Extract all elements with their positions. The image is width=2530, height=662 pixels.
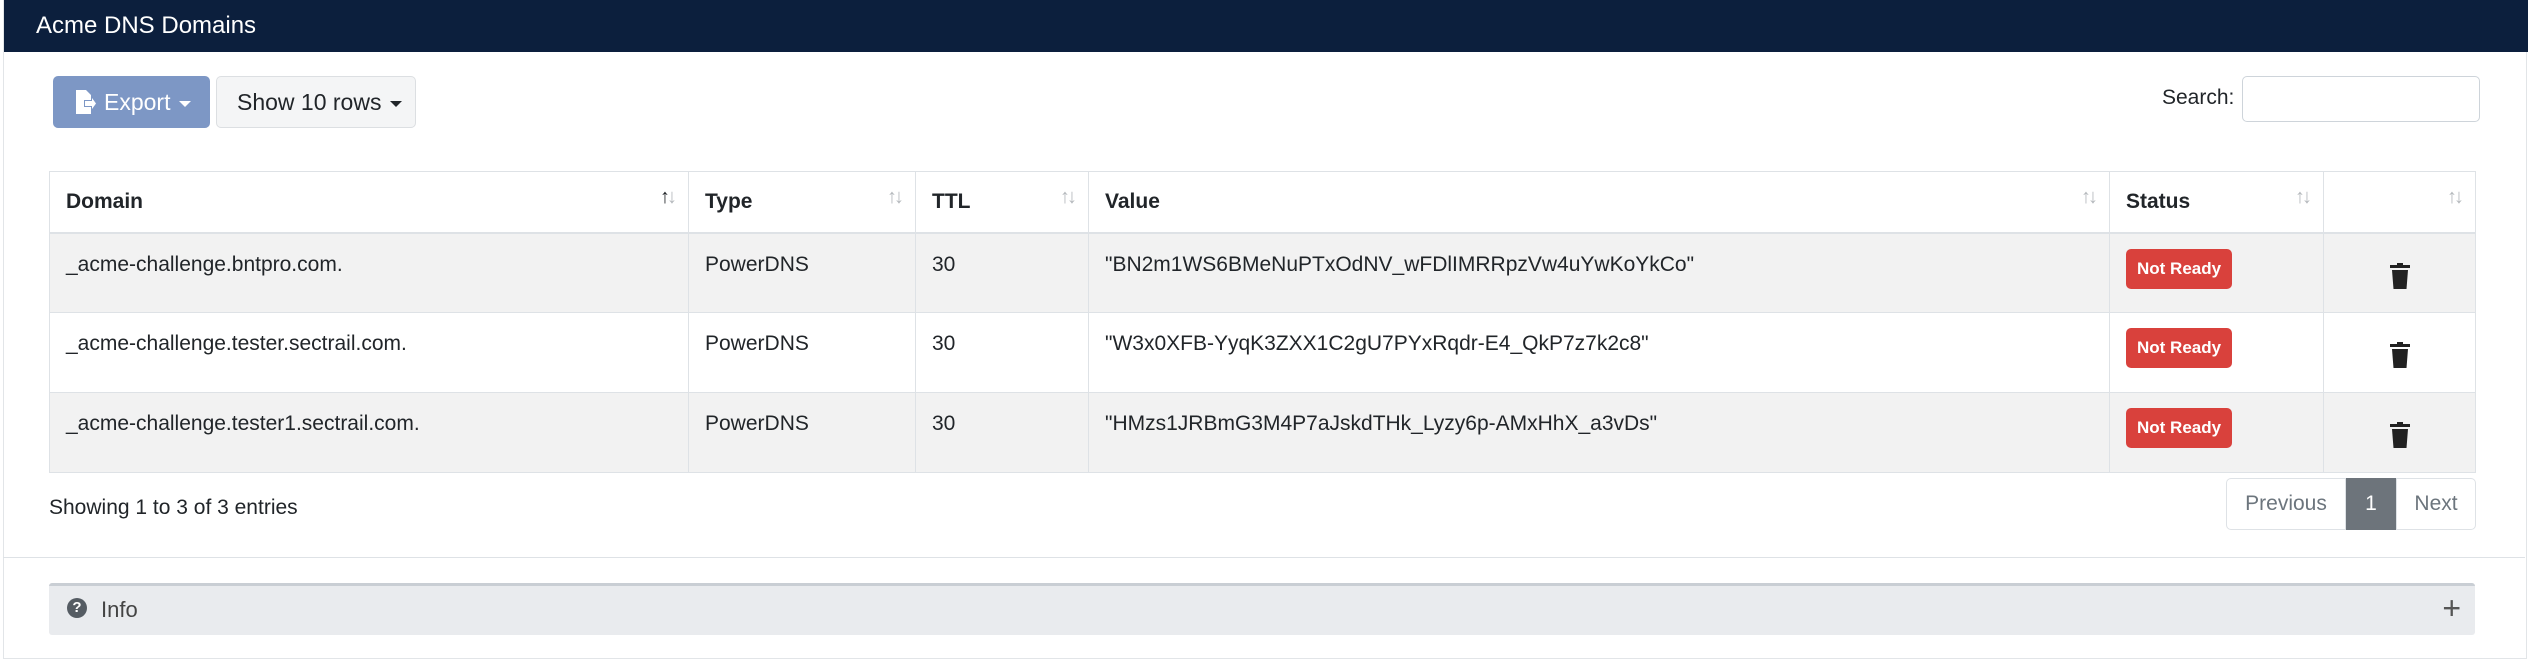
trash-icon[interactable] [2389,342,2410,368]
sort-icon: ↑↓ [2447,186,2464,208]
sort-icon: ↑↓ [1060,186,1077,208]
domain-cell: _acme-challenge.bntpro.com. [49,232,689,313]
status-badge: Not Ready [2126,248,2233,289]
page-1-button[interactable]: 1 [2346,478,2396,530]
show-rows-label: Show 10 rows [237,88,382,115]
trash-icon[interactable] [2389,422,2410,448]
domain-cell: _acme-challenge.tester1.sectrail.com. [49,392,689,473]
value-cell: "W3x0XFB-YyqK3ZXX1C2gU7PYxRqdr-E4_QkP7z7… [1088,312,2110,393]
page-title: Acme DNS Domains [36,12,257,39]
export-label: Export [104,88,171,115]
table-row: _acme-challenge.tester.sectrail.com. Pow… [49,312,2476,393]
column-header-ttl[interactable]: TTL ↑↓ [915,171,1089,234]
section-divider [3,557,2525,558]
pagination: Previous 1 Next [2226,478,2476,530]
caret-down-icon [390,100,403,107]
previous-page-button[interactable]: Previous [2226,478,2346,530]
export-file-icon [76,90,96,114]
type-cell: PowerDNS [688,392,916,473]
value-cell: "HMzs1JRBmG3M4P7aJskdTHk_Lyzy6p-AMxHhX_a… [1088,392,2110,473]
sort-asc-icon: ↑↓ [660,186,677,208]
dns-domains-table: Domain ↑↓ Type ↑↓ TTL ↑↓ Value ↑↓ Status… [49,171,2476,473]
type-cell: PowerDNS [688,312,916,393]
info-label: Info [101,597,138,622]
status-cell: Not Ready [2109,232,2324,313]
table-row: _acme-challenge.bntpro.com. PowerDNS 30 … [49,232,2476,313]
info-panel-header[interactable]: ? Info + [49,583,2475,635]
column-header-type[interactable]: Type ↑↓ [688,171,916,234]
column-header-status[interactable]: Status ↑↓ [2109,171,2324,234]
status-badge: Not Ready [2126,408,2233,448]
ttl-cell: 30 [915,312,1089,393]
table-info-text: Showing 1 to 3 of 3 entries [49,496,298,519]
column-header-actions[interactable]: ↑↓ [2323,171,2476,234]
status-cell: Not Ready [2109,312,2324,393]
status-cell: Not Ready [2109,392,2324,473]
ttl-cell: 30 [915,232,1089,313]
actions-cell [2323,392,2476,473]
actions-cell [2323,312,2476,393]
search-input[interactable] [2242,76,2480,122]
next-page-button[interactable]: Next [2396,478,2476,530]
column-header-domain[interactable]: Domain ↑↓ [49,171,689,234]
column-header-value[interactable]: Value ↑↓ [1088,171,2110,234]
plus-icon[interactable]: + [2442,590,2461,626]
search-label: Search: [2162,86,2235,109]
domain-cell: _acme-challenge.tester.sectrail.com. [49,312,689,393]
ttl-cell: 30 [915,392,1089,473]
export-button[interactable]: Export [53,76,210,128]
caret-down-icon [179,100,192,107]
trash-icon[interactable] [2389,262,2410,289]
table-header-row: Domain ↑↓ Type ↑↓ TTL ↑↓ Value ↑↓ Status… [49,171,2476,234]
status-badge: Not Ready [2126,328,2233,368]
question-circle-icon: ? [67,598,87,618]
sort-icon: ↑↓ [2081,186,2098,208]
sort-icon: ↑↓ [2295,186,2312,208]
table-row: _acme-challenge.tester1.sectrail.com. Po… [49,392,2476,473]
card-header: Acme DNS Domains [4,0,2528,52]
show-rows-button[interactable]: Show 10 rows [216,76,416,128]
actions-cell [2323,232,2476,313]
sort-icon: ↑↓ [887,186,904,208]
type-cell: PowerDNS [688,232,916,313]
value-cell: "BN2m1WS6BMeNuPTxOdNV_wFDlIMRRpzVw4uYwKo… [1088,232,2110,313]
